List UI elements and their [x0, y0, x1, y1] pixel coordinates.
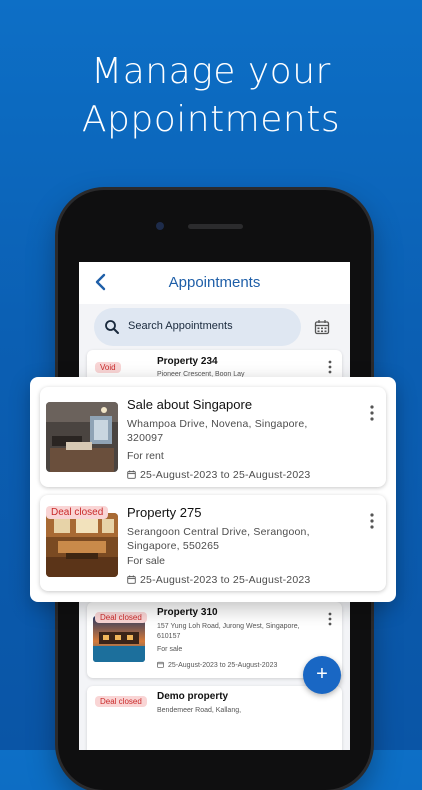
status-badge: Deal closed [95, 696, 147, 707]
calendar-icon[interactable] [314, 319, 330, 335]
list-item-title: Property 310 [157, 607, 218, 618]
list-item-dates-text: 25-August-2023 to 25-August-2023 [168, 662, 278, 669]
appointment-dates-text: 25-August-2023 to 25-August-2023 [140, 469, 311, 481]
appointment-dates-text: 25-August-2023 to 25-August-2023 [140, 574, 311, 586]
camera-icon [156, 222, 164, 230]
more-vert-icon[interactable] [370, 405, 374, 421]
search-input[interactable]: Search Appointments [128, 320, 233, 332]
list-item-title: Demo property [157, 691, 229, 702]
add-icon: + [316, 663, 328, 685]
appointment-address: Serangoon Central Drive, Serangoon, Sing… [127, 526, 310, 552]
list-item[interactable]: Deal closed Demo property Bendemeer Road… [87, 686, 342, 750]
calendar-icon [127, 575, 136, 584]
appointment-address: Whampoa Drive, Novena, Singapore, 320097 [127, 418, 308, 444]
app-bar: Appointments [79, 262, 350, 304]
headline-line-2: Appointments [81, 99, 341, 140]
appointment-dates: 25-August-2023 to 25-August-2023 [127, 469, 310, 481]
more-vert-icon[interactable] [370, 513, 374, 529]
headline: Manage your Appointments [0, 48, 422, 144]
list-item-type: For sale [157, 646, 183, 653]
add-appointment-button[interactable]: + [303, 656, 341, 694]
appointment-title: Sale about Singapore [127, 397, 253, 412]
appointment-type: For sale [127, 555, 165, 567]
list-item-title: Property 234 [157, 356, 218, 367]
status-badge: Deal closed [46, 506, 109, 519]
list-item-address: 157 Yung Loh Road, Jurong West, Singapor… [157, 623, 300, 640]
featured-cards-panel: Sale about Singapore Whampoa Drive, Nove… [30, 377, 396, 602]
more-vert-icon[interactable] [328, 612, 332, 626]
list-item-address: Bendemeer Road, Kallang, [157, 707, 242, 714]
search-icon [105, 320, 119, 334]
list-item-dates: 25-August-2023 to 25-August-2023 [157, 661, 277, 669]
status-badge: Deal closed [95, 612, 147, 623]
appointment-type: For rent [127, 450, 164, 462]
appointment-dates: 25-August-2023 to 25-August-2023 [127, 574, 310, 586]
property-thumbnail [46, 402, 118, 472]
appointment-title: Property 275 [127, 505, 202, 520]
search-bar[interactable]: Search Appointments [94, 308, 301, 346]
calendar-icon [157, 661, 164, 668]
more-vert-icon[interactable] [328, 360, 332, 374]
page-title: Appointments [168, 274, 261, 291]
appointment-card[interactable]: Sale about Singapore Whampoa Drive, Nove… [40, 387, 386, 487]
headline-line-1: Manage your [91, 51, 331, 92]
appointment-card[interactable]: Deal closed Property 275 Serangoon Centr… [40, 495, 386, 591]
property-thumbnail [46, 513, 118, 577]
status-badge: Void [95, 362, 121, 373]
speaker-grille [188, 224, 243, 229]
calendar-icon [127, 470, 136, 479]
